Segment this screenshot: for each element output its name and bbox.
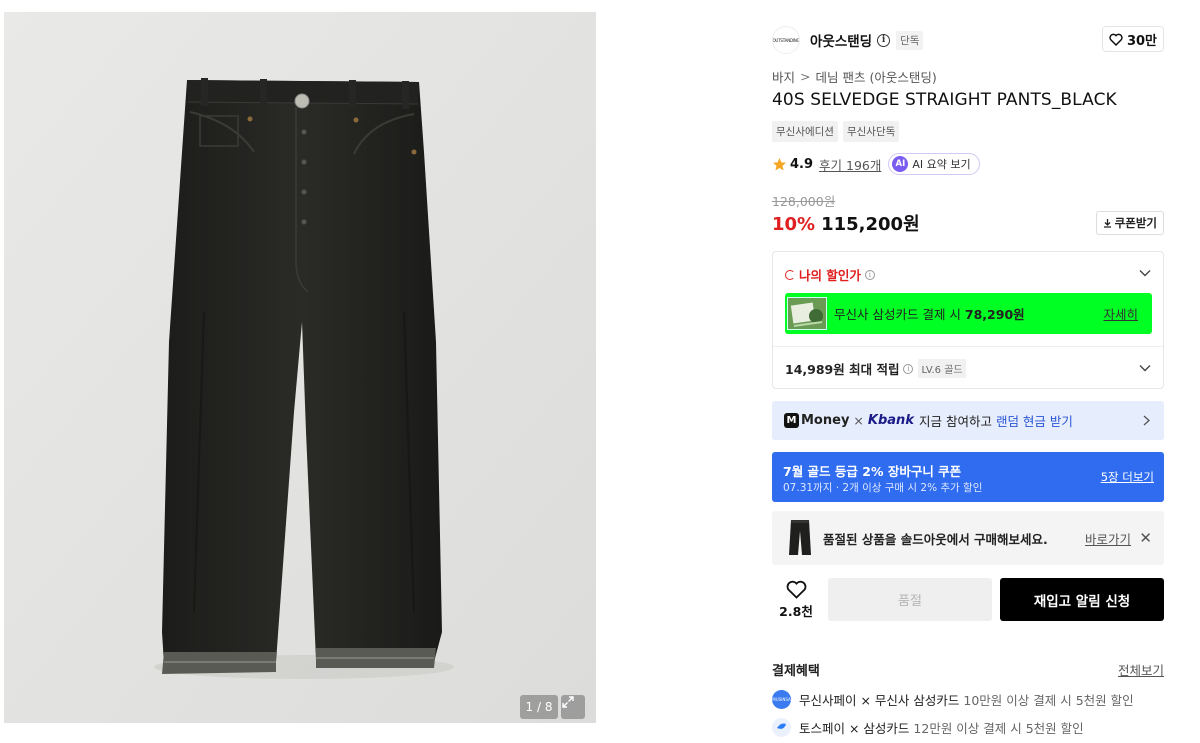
coupon-label: 쿠폰받기 [1114,216,1157,230]
points-toggle[interactable]: 14,989원 최대 적립 i LV.6 골드 [785,359,966,378]
card-promo-text: 무신사 삼성카드 결제 시 78,290원 [834,307,1025,322]
info-icon[interactable]: i [903,363,914,374]
info-icon[interactable]: i [864,269,875,280]
close-icon[interactable]: ✕ [1139,529,1152,547]
coupon-button[interactable]: 쿠폰받기 [1095,211,1164,235]
gold-coupon-more-link[interactable]: 5장 더보기 [1101,469,1154,485]
brand-like-button[interactable]: 30만 [1101,26,1164,52]
wishlist-button[interactable]: 2.8천 [776,580,816,620]
payment-benefit-name: 토스페이 × 삼성카드 [799,721,910,736]
original-price: 128,000원 [772,194,836,209]
soldout-market-banner: 품절된 상품을 솔드아웃에서 구매해보세요. 바로가기 ✕ [772,511,1164,565]
chevron-right-icon: > [800,69,811,84]
soldout-button: 품절 [828,578,992,621]
member-level-tag: LV.6 골드 [918,359,966,378]
jeans-photo [4,12,596,723]
gold-coupon-banner[interactable]: 7월 골드 등급 2% 장바구니 쿠폰 07.31까지 · 2개 이상 구매 시… [772,452,1164,502]
restock-alert-button[interactable]: 재입고 알림 신청 [1000,578,1164,621]
chevron-down-icon[interactable] [1139,364,1151,372]
loading-spinner-icon [785,269,795,280]
rating-score: 4.9 [790,156,814,172]
breadcrumb-category[interactable]: 바지 [772,67,795,86]
chevron-right-icon [1143,415,1150,426]
brand-name[interactable]: 아웃스탠딩 [810,30,872,50]
payment-benefits-title: 결제혜택 [772,664,820,679]
brand-like-count: 30만 [1126,33,1157,49]
divider [773,346,1163,347]
price-row: 10% 115,200원 [772,210,920,236]
product-title: 40S SELVEDGE STRAIGHT PANTS_BLACK [772,90,1117,110]
kbank-highlight: 랜덤 현금 받기 [995,414,1073,429]
money-logo-icon: M [784,413,799,428]
ai-summary-label: AI 요약 보기 [912,158,971,171]
expand-icon[interactable] [561,695,585,719]
money-logo: M Money [784,413,849,428]
star-icon [773,157,786,170]
tag-musinsa-edition: 무신사에디션 [772,121,838,142]
ai-summary-button[interactable]: AI AI 요약 보기 [888,153,980,175]
tag-musinsa-exclusive: 무신사단독 [842,121,900,142]
payment-benefit-note: 10만원 이상 결제 시 5천원 할인 [963,693,1134,708]
product-image-gallery[interactable]: 1 / 8 [4,12,596,723]
heart-icon [786,580,806,599]
kbank-promo-banner[interactable]: M Money × Kbank 지금 참여하고 랜덤 현금 받기 [772,401,1164,440]
payment-benefit-name: 무신사페이 × 무신사 삼성카드 [799,693,960,708]
breadcrumb-subcategory[interactable]: 데님 팬츠 (아웃스탠딩) [816,67,937,86]
musinsa-pay-icon: MUSINSA [772,690,791,709]
payment-benefit-row[interactable]: MUSINSA 무신사페이 × 무신사 삼성카드 10만원 이상 결제 시 5천… [772,690,1164,709]
payment-benefit-note: 12만원 이상 결제 시 5천원 할인 [913,721,1084,736]
product-info-panel: OUTSTANDING 아웃스탠딩 i 단독 30만 바지 > 데님 팬츠 (아… [772,0,1164,743]
purchase-actions: 2.8천 품절 재입고 알림 신청 [772,578,1164,621]
gold-coupon-title: 7월 골드 등급 2% 장바구니 쿠폰 [783,464,962,479]
brand-exclusive-tag: 단독 [896,30,924,50]
gold-coupon-subtitle: 07.31까지 · 2개 이상 구매 시 2% 추가 할인 [783,482,983,494]
payment-benefits-header: 결제혜택 전체보기 [772,660,1164,679]
wishlist-count: 2.8천 [779,604,813,619]
soldout-thumbnail [785,517,815,559]
kbank-logo: Kbank [867,413,914,428]
my-price-label: 나의 할인가 [799,268,861,283]
discount-rate: 10% [772,214,816,235]
info-icon[interactable]: i [877,33,891,47]
soldout-link[interactable]: 바로가기 [1085,529,1131,548]
payment-benefit-row[interactable]: 토스페이 × 삼성카드 12만원 이상 결제 시 5천원 할인 [772,718,1164,737]
heart-icon [1109,33,1123,46]
image-counter: 1 / 8 [520,695,558,719]
soldout-text: 품절된 상품을 솔드아웃에서 구매해보세요. [823,531,1048,547]
product-tags: 무신사에디션 무신사단독 [772,121,904,142]
toss-pay-icon [772,718,791,737]
payment-view-all-link[interactable]: 전체보기 [1118,660,1164,679]
review-link[interactable]: 후기 196개 [819,155,881,174]
card-promo-price: 78,290원 [964,307,1025,322]
benefit-box: 나의 할인가 i 무신사 삼성카드 결제 시 78,290원 자세히 14,98… [772,251,1164,389]
card-promo-banner[interactable]: 무신사 삼성카드 결제 시 78,290원 자세히 [785,293,1152,334]
download-icon [1103,219,1111,228]
ai-icon: AI [892,156,909,172]
chevron-down-icon[interactable] [1139,269,1151,277]
kbank-text: 지금 참여하고 [918,414,992,429]
card-thumbnail [787,297,827,330]
sale-price: 115,200원 [821,214,920,235]
card-promo-detail-link[interactable]: 자세히 [1103,304,1138,323]
my-price-toggle[interactable]: 나의 할인가 i [785,265,875,284]
points-label: 14,989원 최대 적립 [785,362,900,377]
breadcrumb: 바지 > 데님 팬츠 (아웃스탠딩) [772,67,937,86]
brand-logo[interactable]: OUTSTANDING [772,26,800,54]
rating-row: 4.9 후기 196개 AI AI 요약 보기 [772,153,980,175]
brand-row: OUTSTANDING 아웃스탠딩 i 단독 30만 [772,26,1164,54]
